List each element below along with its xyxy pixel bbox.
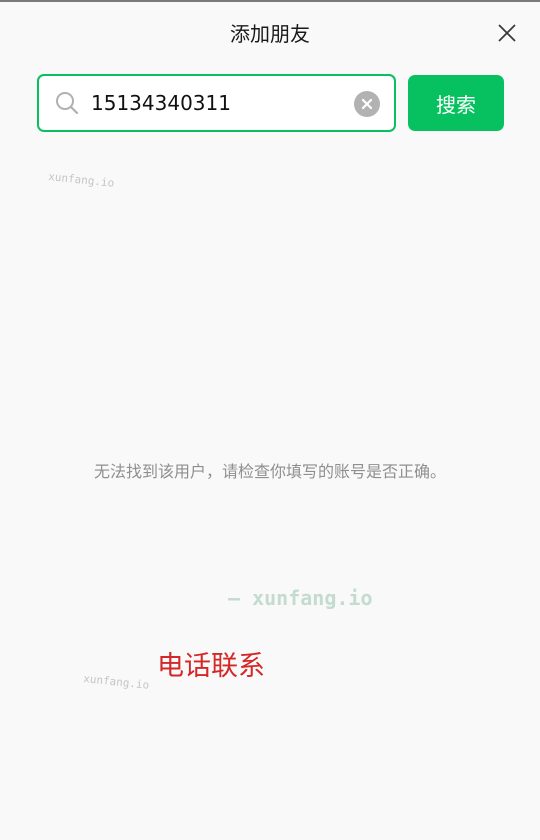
search-icon xyxy=(56,92,79,115)
close-icon xyxy=(498,24,516,42)
watermark-small-bottom: xunfang.io xyxy=(82,672,150,692)
no-user-found-message: 无法找到该用户，请检查你填写的账号是否正确。 xyxy=(93,462,446,481)
search-box[interactable] xyxy=(37,74,396,132)
watermark-small: xunfang.io xyxy=(47,170,115,190)
clear-icon xyxy=(361,98,373,110)
window-top-border xyxy=(0,0,540,2)
search-input[interactable] xyxy=(91,86,347,120)
phone-contact-text: 电话联系 xyxy=(157,651,265,682)
clear-button[interactable] xyxy=(354,91,380,117)
close-button[interactable] xyxy=(494,20,520,46)
watermark-large: — xunfang.io xyxy=(228,586,373,610)
page-title: 添加朋友 xyxy=(230,22,310,46)
search-button[interactable]: 搜索 xyxy=(408,75,504,131)
